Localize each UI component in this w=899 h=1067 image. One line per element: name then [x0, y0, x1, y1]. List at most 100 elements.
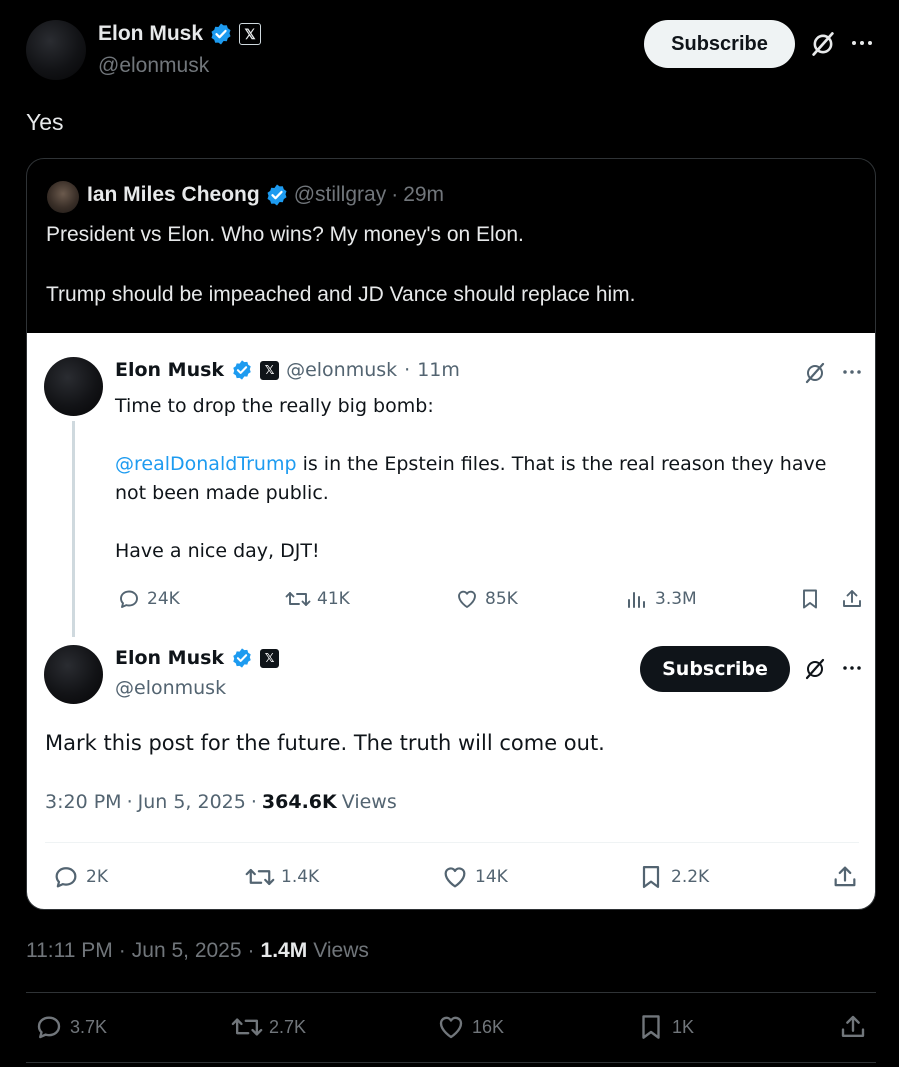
tweet1-line-2-text: is in the Epstein files. That is the rea… [296, 453, 827, 475]
verified-badge-icon [211, 23, 231, 45]
bookmark-button[interactable]: 1K [636, 1012, 694, 1042]
views-icon [628, 592, 645, 608]
tweet2-divider [45, 842, 859, 843]
tweet2-bookmark-count: 2.2K [671, 867, 710, 887]
tweet1-repost: 41K [285, 587, 350, 611]
quote-header: Ian Miles Cheong @stillgray · 29m [87, 183, 444, 207]
separator: · [404, 359, 411, 381]
tweet1-line-2-cont: not been made public. [115, 482, 329, 504]
subscribe-button[interactable]: Subscribe [644, 20, 795, 68]
tweet2-time: 3:20 PM [45, 791, 122, 813]
reply-button[interactable]: 3.7K [34, 1012, 107, 1042]
footer-divider-top [26, 992, 876, 993]
post-views-label: Views [313, 939, 369, 962]
quote-avatar[interactable] [47, 181, 79, 213]
tweet2-text: Mark this post for the future. The truth… [45, 731, 605, 755]
tweet2-subscribe-button: Subscribe [640, 646, 790, 692]
tweet2-like: 14K [441, 863, 508, 891]
like-icon [439, 1016, 463, 1039]
verified-badge-icon [233, 648, 251, 668]
quote-age[interactable]: 29m [403, 183, 444, 207]
quote-line-2: Trump should be impeached and JD Vance s… [46, 283, 636, 306]
post-time[interactable]: 11:11 PM [26, 939, 113, 963]
tweet2-handle: @elonmusk [115, 677, 227, 699]
verified-badge-icon [233, 360, 251, 380]
tweet2-date: Jun 5, 2025 [137, 791, 246, 813]
tweet1-handle: @elonmusk [286, 359, 398, 381]
bookmark-icon [803, 589, 817, 609]
post-views-count: 1.4M [260, 939, 308, 962]
tweet1-line-2: @realDonaldTrump is in the Epstein files… [115, 453, 826, 475]
grok-icon[interactable] [809, 30, 837, 58]
bookmark-icon [642, 865, 660, 889]
tweet2-timestamp: 3:20 PM · Jun 5, 2025 · 364.6K Views [45, 791, 397, 813]
like-icon [444, 867, 466, 888]
tweet2-name: Elon Musk [115, 647, 225, 669]
quote-author-name[interactable]: Ian Miles Cheong [87, 183, 260, 207]
repost-icon [245, 868, 275, 886]
author-name-row[interactable]: Elon Musk 𝕏 [98, 22, 262, 46]
quote-line-1: President vs Elon. Who wins? My money's … [46, 223, 524, 246]
thread-line [72, 421, 75, 637]
tweet2-views-count: 364.6K [261, 791, 337, 813]
tweet1-reply: 24K [117, 587, 180, 611]
quote-media-screenshot[interactable]: Elon Musk 𝕏 @elonmusk · 11m Time to drop… [27, 333, 875, 909]
tweet2-avatar [44, 645, 103, 704]
post-text: Yes [26, 109, 64, 135]
tweet1-header: Elon Musk 𝕏 @elonmusk · 11m [115, 359, 460, 381]
tweet2-views-label: Views [341, 791, 397, 813]
mention-link: @realDonaldTrump [115, 453, 297, 475]
separator: · [250, 791, 257, 813]
like-button[interactable]: 16K [436, 1012, 504, 1042]
share-icon[interactable] [838, 1012, 868, 1042]
more-icon [843, 666, 861, 670]
tweet2-reply-count: 2K [86, 867, 108, 887]
separator: · [391, 183, 399, 206]
author-avatar[interactable] [26, 20, 86, 80]
separator: · [118, 939, 126, 962]
tweet1-like-count: 85K [485, 589, 518, 609]
reply-icon [37, 1016, 61, 1039]
repost-icon [285, 592, 311, 606]
repost-button[interactable]: 2.7K [231, 1012, 306, 1042]
tweet1-name: Elon Musk [115, 359, 225, 381]
verified-badge-icon [267, 184, 287, 206]
post-date[interactable]: Jun 5, 2025 [132, 939, 242, 963]
bookmark-icon [642, 1015, 660, 1039]
like-icon [458, 590, 476, 608]
grok-icon [805, 362, 825, 384]
repost-count: 2.7K [269, 1016, 307, 1037]
like-count: 16K [472, 1016, 505, 1037]
share-icon [834, 866, 856, 887]
separator: · [247, 939, 255, 962]
more-icon [843, 370, 861, 374]
more-icon[interactable] [850, 35, 874, 51]
reply-count: 3.7K [70, 1016, 108, 1037]
separator: · [126, 791, 133, 813]
tweet1-line-1: Time to drop the really big bomb: [115, 395, 434, 417]
author-handle[interactable]: @elonmusk [98, 54, 209, 78]
tweet2-reply: 2K [52, 863, 108, 891]
tweet2-repost: 1.4K [245, 863, 319, 891]
reply-icon [55, 867, 77, 888]
x-badge-icon: 𝕏 [239, 23, 262, 45]
tweet1-like: 85K [455, 587, 518, 611]
grok-icon [805, 658, 825, 680]
bookmark-count: 1K [672, 1016, 695, 1037]
tweet2-name-row: Elon Musk 𝕏 [115, 647, 280, 669]
tweet2-like-count: 14K [475, 867, 508, 887]
repost-icon [231, 1018, 263, 1036]
post-timestamp: 11:11 PM · Jun 5, 2025 · 1.4M Views [26, 939, 369, 963]
tweet1-avatar [44, 357, 103, 416]
reply-icon [120, 590, 138, 608]
tweet2-repost-count: 1.4K [281, 867, 320, 887]
footer-divider-bottom [26, 1062, 876, 1063]
tweet1-line-3: Have a nice day, DJT! [115, 540, 320, 562]
quote-author-handle[interactable]: @stillgray [294, 183, 387, 207]
tweet1-views: 3.3M [625, 587, 697, 611]
tweet1-views-count: 3.3M [655, 589, 697, 609]
quote-card[interactable]: Ian Miles Cheong @stillgray · 29m Presid… [26, 158, 876, 910]
author-name[interactable]: Elon Musk [98, 22, 203, 46]
share-icon [843, 590, 861, 607]
x-badge-icon: 𝕏 [260, 648, 280, 668]
